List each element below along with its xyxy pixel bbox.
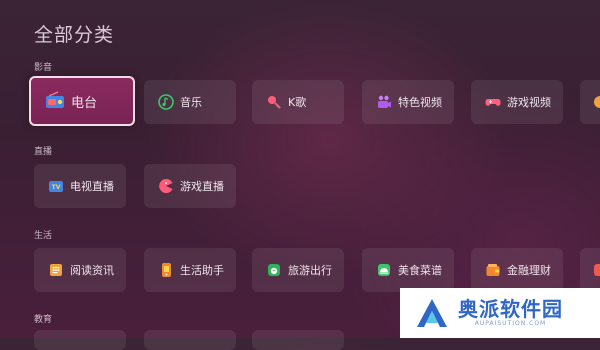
tile-food-recipes[interactable]: 美食菜谱 <box>362 248 454 292</box>
partial-icon <box>592 262 600 278</box>
watermark-text: 奥派软件园 <box>458 297 563 321</box>
tile-label: 旅游出行 <box>288 264 332 277</box>
tile-game-video[interactable]: 游戏视频 <box>471 80 563 124</box>
tile-label: 音乐 <box>180 96 202 109</box>
watermark: 奥派软件园 AUPAISUTION.COM <box>400 288 600 338</box>
watermark-logo-icon <box>417 299 447 327</box>
section-label-media: 影音 <box>34 63 53 73</box>
wallet-icon <box>485 262 501 278</box>
tile-label: 游戏直播 <box>180 180 224 193</box>
page-title: 全部分类 <box>34 24 115 46</box>
tile-travel[interactable]: 旅游出行 <box>252 248 344 292</box>
phone-icon <box>158 262 174 278</box>
section-label-live: 直播 <box>34 147 53 157</box>
tile-label: K歌 <box>288 96 307 109</box>
tile-game-live[interactable]: 游戏直播 <box>144 164 236 208</box>
tv-icon: TV <box>48 178 64 194</box>
travel-icon <box>266 262 282 278</box>
tile-partial-education-1[interactable] <box>34 330 126 350</box>
section-label-life: 生活 <box>34 231 53 241</box>
tile-featured-video[interactable]: 特色视频 <box>362 80 454 124</box>
tile-partial-education-3[interactable] <box>252 330 344 350</box>
tile-label: 特色视频 <box>398 96 442 109</box>
watermark-url: AUPAISUTION.COM <box>474 320 547 327</box>
radio-icon <box>45 91 65 111</box>
section-label-education: 教育 <box>34 315 53 325</box>
partial-icon <box>592 94 600 110</box>
microphone-icon <box>266 94 282 110</box>
food-icon <box>376 262 392 278</box>
tile-label: 阅读资讯 <box>70 264 114 277</box>
tile-partial-media[interactable] <box>580 80 600 124</box>
tile-partial-life[interactable] <box>580 248 600 292</box>
tile-radio[interactable]: 电台 <box>29 76 135 126</box>
tile-life-assistant[interactable]: 生活助手 <box>144 248 236 292</box>
tile-partial-education-2[interactable] <box>144 330 236 350</box>
tile-label: 生活助手 <box>180 264 224 277</box>
news-icon <box>48 262 64 278</box>
tile-finance[interactable]: 金融理财 <box>471 248 563 292</box>
tile-tv-live[interactable]: TV 电视直播 <box>34 164 126 208</box>
tile-music[interactable]: 音乐 <box>144 80 236 124</box>
tile-karaoke[interactable]: K歌 <box>252 80 344 124</box>
tile-reading-news[interactable]: 阅读资讯 <box>34 248 126 292</box>
tile-label: 电视直播 <box>70 180 114 193</box>
tile-label: 游戏视频 <box>507 96 551 109</box>
pacman-icon <box>158 178 174 194</box>
tile-label: 美食菜谱 <box>398 264 442 277</box>
video-camera-icon <box>376 94 392 110</box>
gamepad-icon <box>485 94 501 110</box>
tile-label: 电台 <box>71 95 98 111</box>
svg-text:TV: TV <box>52 184 61 191</box>
tile-label: 金融理财 <box>507 264 551 277</box>
music-note-icon <box>158 94 174 110</box>
